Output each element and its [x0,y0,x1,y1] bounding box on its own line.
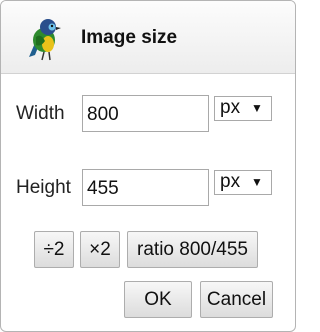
ok-button[interactable]: OK [124,281,192,318]
dropdown-arrow-icon: ▼ [251,101,263,115]
cancel-button[interactable]: Cancel [200,281,273,318]
half-size-button[interactable]: ÷2 [34,231,74,268]
width-unit-value: px [220,97,241,118]
width-input[interactable]: 800 [82,95,209,132]
height-input[interactable]: 455 [82,169,209,206]
height-label: Height [16,177,71,198]
dropdown-arrow-icon: ▼ [251,175,263,189]
height-unit-select[interactable]: px ▼ [214,170,272,195]
height-unit-value: px [220,171,241,192]
width-label: Width [16,103,65,124]
dialog-title: Image size [81,27,178,48]
width-unit-select[interactable]: px ▼ [214,96,272,121]
double-size-button[interactable]: ×2 [80,231,120,268]
dialog-header: Image size [1,1,295,74]
ratio-button[interactable]: ratio 800/455 [127,231,258,268]
image-size-dialog: Image size Width 800 px ▼ Height 455 px … [0,0,296,332]
green-bird-logo-icon [29,19,61,61]
